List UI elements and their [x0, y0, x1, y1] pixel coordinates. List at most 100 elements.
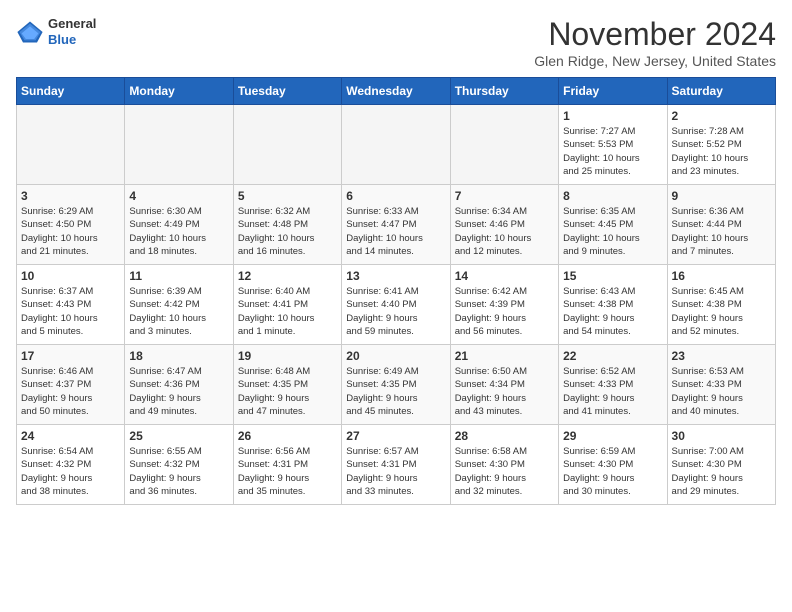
day-number: 14	[455, 269, 554, 283]
day-number: 21	[455, 349, 554, 363]
calendar-cell: 22 Sunrise: 6:52 AM Sunset: 4:33 PM Dayli…	[559, 345, 667, 425]
weekday-header-thursday: Thursday	[450, 78, 558, 105]
weekday-header-friday: Friday	[559, 78, 667, 105]
logo: General Blue	[16, 16, 96, 47]
day-info: Sunrise: 6:35 AM Sunset: 4:45 PM Dayligh…	[563, 205, 662, 258]
day-info: Sunrise: 7:28 AM Sunset: 5:52 PM Dayligh…	[672, 125, 771, 178]
day-info: Sunrise: 6:52 AM Sunset: 4:33 PM Dayligh…	[563, 365, 662, 418]
calendar-cell: 19 Sunrise: 6:48 AM Sunset: 4:35 PM Dayli…	[233, 345, 341, 425]
day-info: Sunrise: 6:40 AM Sunset: 4:41 PM Dayligh…	[238, 285, 337, 338]
week-row-5: 24Sunrise: 6:54 AM Sunset: 4:32 PM Dayli…	[17, 425, 776, 505]
calendar-table: SundayMondayTuesdayWednesdayThursdayFrid…	[16, 77, 776, 505]
calendar-cell: 25 Sunrise: 6:55 AM Sunset: 4:32 PM Dayli…	[125, 425, 233, 505]
week-row-4: 17 Sunrise: 6:46 AM Sunset: 4:37 PM Dayli…	[17, 345, 776, 425]
day-number: 11	[129, 269, 228, 283]
day-number: 15	[563, 269, 662, 283]
day-info: Sunrise: 6:50 AM Sunset: 4:34 PM Dayligh…	[455, 365, 554, 418]
calendar-cell: 7 Sunrise: 6:34 AM Sunset: 4:46 PM Daylig…	[450, 185, 558, 265]
calendar-cell	[17, 105, 125, 185]
calendar-cell: 16Sunrise: 6:45 AM Sunset: 4:38 PM Dayli…	[667, 265, 775, 345]
logo-icon	[16, 18, 44, 46]
day-number: 29	[563, 429, 662, 443]
calendar-cell: 26 Sunrise: 6:56 AM Sunset: 4:31 PM Dayli…	[233, 425, 341, 505]
day-info: Sunrise: 6:30 AM Sunset: 4:49 PM Dayligh…	[129, 205, 228, 258]
day-number: 26	[238, 429, 337, 443]
header: General Blue November 2024 Glen Ridge, N…	[16, 16, 776, 69]
day-number: 12	[238, 269, 337, 283]
day-info: Sunrise: 6:37 AM Sunset: 4:43 PM Dayligh…	[21, 285, 120, 338]
calendar-cell: 21 Sunrise: 6:50 AM Sunset: 4:34 PM Dayli…	[450, 345, 558, 425]
day-number: 6	[346, 189, 445, 203]
day-info: Sunrise: 6:47 AM Sunset: 4:36 PM Dayligh…	[129, 365, 228, 418]
day-info: Sunrise: 6:49 AM Sunset: 4:35 PM Dayligh…	[346, 365, 445, 418]
weekday-header-wednesday: Wednesday	[342, 78, 450, 105]
day-info: Sunrise: 6:46 AM Sunset: 4:37 PM Dayligh…	[21, 365, 120, 418]
day-number: 3	[21, 189, 120, 203]
day-number: 9	[672, 189, 771, 203]
day-info: Sunrise: 6:59 AM Sunset: 4:30 PM Dayligh…	[563, 445, 662, 498]
calendar-cell	[125, 105, 233, 185]
day-info: Sunrise: 6:57 AM Sunset: 4:31 PM Dayligh…	[346, 445, 445, 498]
day-number: 28	[455, 429, 554, 443]
week-row-2: 3 Sunrise: 6:29 AM Sunset: 4:50 PM Daylig…	[17, 185, 776, 265]
weekday-header-monday: Monday	[125, 78, 233, 105]
day-number: 2	[672, 109, 771, 123]
day-info: Sunrise: 6:29 AM Sunset: 4:50 PM Dayligh…	[21, 205, 120, 258]
day-number: 4	[129, 189, 228, 203]
day-info: Sunrise: 6:41 AM Sunset: 4:40 PM Dayligh…	[346, 285, 445, 338]
day-number: 24	[21, 429, 120, 443]
calendar-cell: 23 Sunrise: 6:53 AM Sunset: 4:33 PM Dayli…	[667, 345, 775, 425]
day-number: 30	[672, 429, 771, 443]
day-number: 8	[563, 189, 662, 203]
logo-text: General Blue	[48, 16, 96, 47]
day-info: Sunrise: 7:27 AM Sunset: 5:53 PM Dayligh…	[563, 125, 662, 178]
day-number: 23	[672, 349, 771, 363]
location-subtitle: Glen Ridge, New Jersey, United States	[534, 53, 776, 69]
day-info: Sunrise: 6:34 AM Sunset: 4:46 PM Dayligh…	[455, 205, 554, 258]
calendar-cell: 2 Sunrise: 7:28 AM Sunset: 5:52 PM Daylig…	[667, 105, 775, 185]
calendar-cell: 6 Sunrise: 6:33 AM Sunset: 4:47 PM Daylig…	[342, 185, 450, 265]
day-number: 18	[129, 349, 228, 363]
calendar-cell: 29 Sunrise: 6:59 AM Sunset: 4:30 PM Dayli…	[559, 425, 667, 505]
calendar-body: 1 Sunrise: 7:27 AM Sunset: 5:53 PM Daylig…	[17, 105, 776, 505]
calendar-cell: 9 Sunrise: 6:36 AM Sunset: 4:44 PM Daylig…	[667, 185, 775, 265]
weekday-header-sunday: Sunday	[17, 78, 125, 105]
day-number: 1	[563, 109, 662, 123]
calendar-cell: 10Sunrise: 6:37 AM Sunset: 4:43 PM Dayli…	[17, 265, 125, 345]
calendar-header: SundayMondayTuesdayWednesdayThursdayFrid…	[17, 78, 776, 105]
day-info: Sunrise: 6:42 AM Sunset: 4:39 PM Dayligh…	[455, 285, 554, 338]
day-info: Sunrise: 6:56 AM Sunset: 4:31 PM Dayligh…	[238, 445, 337, 498]
calendar-cell: 28 Sunrise: 6:58 AM Sunset: 4:30 PM Dayli…	[450, 425, 558, 505]
day-number: 19	[238, 349, 337, 363]
week-row-3: 10Sunrise: 6:37 AM Sunset: 4:43 PM Dayli…	[17, 265, 776, 345]
day-info: Sunrise: 6:33 AM Sunset: 4:47 PM Dayligh…	[346, 205, 445, 258]
day-info: Sunrise: 6:36 AM Sunset: 4:44 PM Dayligh…	[672, 205, 771, 258]
calendar-cell: 4 Sunrise: 6:30 AM Sunset: 4:49 PM Daylig…	[125, 185, 233, 265]
weekday-header-saturday: Saturday	[667, 78, 775, 105]
day-number: 13	[346, 269, 445, 283]
calendar-cell: 3 Sunrise: 6:29 AM Sunset: 4:50 PM Daylig…	[17, 185, 125, 265]
day-number: 5	[238, 189, 337, 203]
day-info: Sunrise: 6:45 AM Sunset: 4:38 PM Dayligh…	[672, 285, 771, 338]
calendar-cell: 20Sunrise: 6:49 AM Sunset: 4:35 PM Dayli…	[342, 345, 450, 425]
calendar-cell: 27Sunrise: 6:57 AM Sunset: 4:31 PM Dayli…	[342, 425, 450, 505]
calendar-cell: 24Sunrise: 6:54 AM Sunset: 4:32 PM Dayli…	[17, 425, 125, 505]
day-number: 17	[21, 349, 120, 363]
day-info: Sunrise: 6:55 AM Sunset: 4:32 PM Dayligh…	[129, 445, 228, 498]
calendar-cell: 15 Sunrise: 6:43 AM Sunset: 4:38 PM Dayli…	[559, 265, 667, 345]
week-row-1: 1 Sunrise: 7:27 AM Sunset: 5:53 PM Daylig…	[17, 105, 776, 185]
day-info: Sunrise: 6:53 AM Sunset: 4:33 PM Dayligh…	[672, 365, 771, 418]
day-info: Sunrise: 6:58 AM Sunset: 4:30 PM Dayligh…	[455, 445, 554, 498]
day-info: Sunrise: 6:39 AM Sunset: 4:42 PM Dayligh…	[129, 285, 228, 338]
day-number: 7	[455, 189, 554, 203]
weekday-header-tuesday: Tuesday	[233, 78, 341, 105]
day-info: Sunrise: 7:00 AM Sunset: 4:30 PM Dayligh…	[672, 445, 771, 498]
day-info: Sunrise: 6:43 AM Sunset: 4:38 PM Dayligh…	[563, 285, 662, 338]
day-number: 22	[563, 349, 662, 363]
calendar-cell: 12 Sunrise: 6:40 AM Sunset: 4:41 PM Dayli…	[233, 265, 341, 345]
day-info: Sunrise: 6:48 AM Sunset: 4:35 PM Dayligh…	[238, 365, 337, 418]
day-number: 25	[129, 429, 228, 443]
calendar-cell: 11 Sunrise: 6:39 AM Sunset: 4:42 PM Dayli…	[125, 265, 233, 345]
calendar-cell: 8 Sunrise: 6:35 AM Sunset: 4:45 PM Daylig…	[559, 185, 667, 265]
calendar-cell: 30 Sunrise: 7:00 AM Sunset: 4:30 PM Dayli…	[667, 425, 775, 505]
